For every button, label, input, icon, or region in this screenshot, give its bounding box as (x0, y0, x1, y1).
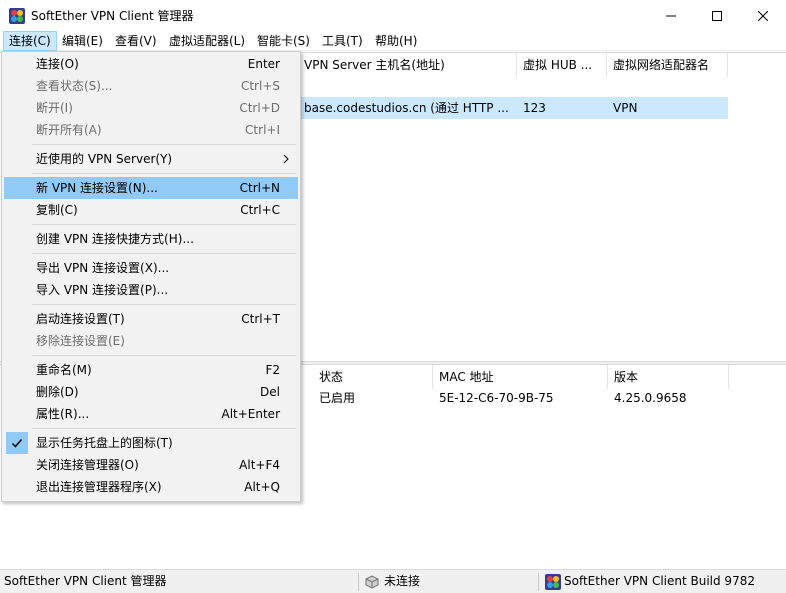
menu-item-shortcut: Ctrl+N (239, 181, 280, 195)
menu-item-import-settings[interactable]: 导入 VPN 连接设置(P)... (4, 279, 298, 301)
menu-item-label: 复制(C) (36, 203, 78, 217)
menu-item-label: 断开(I) (36, 101, 73, 115)
menu-separator (32, 355, 296, 356)
menu-item-shortcut: Del (260, 385, 280, 399)
menu-item-label: 断开所有(A) (36, 123, 102, 137)
menu-item-exit-manager[interactable]: 退出连接管理器程序(X) Alt+Q (4, 476, 298, 498)
menu-item-label: 查看状态(S)... (36, 79, 113, 93)
window-title: SoftEther VPN Client 管理器 (31, 9, 194, 23)
cell-status: 已启用 (319, 391, 356, 405)
menu-help[interactable]: 帮助(H) (370, 31, 422, 51)
menu-item-close-manager[interactable]: 关闭连接管理器(O) Alt+F4 (4, 454, 298, 476)
col-header-virtual-hub[interactable]: 虚拟 HUB ... (518, 53, 607, 77)
network-disconnected-icon (365, 575, 379, 589)
menu-item-shortcut: Alt+F4 (239, 458, 280, 472)
cell-server-host: base.codestudios.cn (通过 HTTP ... (304, 101, 509, 115)
menu-item-disconnect[interactable]: 断开(I) Ctrl+D (4, 97, 298, 119)
maximize-button[interactable] (694, 0, 740, 31)
menu-item-shortcut: F2 (265, 363, 280, 377)
menu-virtual-adapter[interactable]: 虚拟适配器(L) (164, 31, 250, 51)
title-bar: SoftEther VPN Client 管理器 (0, 0, 786, 31)
menu-item-label: 新 VPN 连接设置(N)... (36, 181, 158, 195)
status-app-name: SoftEther VPN Client 管理器 (4, 574, 167, 588)
menu-item-shortcut: Ctrl+S (240, 79, 280, 93)
menu-separator (32, 173, 296, 174)
menu-item-label: 属性(R)... (36, 407, 90, 421)
menu-item-create-shortcut[interactable]: 创建 VPN 连接快捷方式(H)... (4, 228, 298, 250)
menu-item-label: 关闭连接管理器(O) (36, 458, 139, 472)
menu-item-shortcut: Alt+Q (244, 480, 280, 494)
cell-virtual-adapter: VPN (613, 101, 638, 115)
menu-item-shortcut: Alt+Enter (221, 407, 280, 421)
menu-separator (32, 144, 296, 145)
menu-smart-card[interactable]: 智能卡(S) (252, 31, 315, 51)
status-bar: SoftEther VPN Client 管理器 未连接 SoftEther V… (0, 569, 786, 593)
softether-logo-icon (9, 8, 25, 24)
close-button[interactable] (740, 0, 786, 31)
menu-item-connect[interactable]: 连接(O) Enter (4, 53, 298, 75)
status-separator (358, 573, 359, 591)
menu-edit[interactable]: 编辑(E) (57, 31, 108, 51)
menu-item-label: 导入 VPN 连接设置(P)... (36, 283, 169, 297)
menu-connect[interactable]: 连接(C) (3, 31, 57, 51)
menu-tools[interactable]: 工具(T) (317, 31, 368, 51)
maximize-icon (712, 10, 722, 21)
col-header-server-host[interactable]: VPN Server 主机名(地址) (299, 53, 517, 77)
connect-menu-dropdown: 连接(O) Enter 查看状态(S)... Ctrl+S 断开(I) Ctrl… (1, 51, 301, 502)
menu-item-label: 导出 VPN 连接设置(X)... (36, 261, 170, 275)
cell-virtual-hub: 123 (523, 101, 546, 115)
menu-item-label: 创建 VPN 连接快捷方式(H)... (36, 232, 194, 246)
menu-item-shortcut: Ctrl+D (239, 101, 280, 115)
menu-separator (32, 428, 296, 429)
menu-item-remove-startup[interactable]: 移除连接设置(E) (4, 330, 298, 352)
menu-bar: 连接(C) 编辑(E) 查看(V) 虚拟适配器(L) 智能卡(S) 工具(T) … (0, 31, 786, 51)
softether-logo-icon (545, 574, 561, 590)
menu-item-recent-servers[interactable]: 近使用的 VPN Server(Y) (4, 148, 298, 170)
menu-item-label: 近使用的 VPN Server(Y) (36, 152, 173, 166)
status-connection: 未连接 (384, 574, 421, 588)
menu-item-shortcut: Ctrl+C (240, 203, 280, 217)
col-header-status[interactable]: 状态 (314, 365, 433, 389)
menu-item-label: 删除(D) (36, 385, 79, 399)
menu-separator (32, 224, 296, 225)
cell-mac-address: 5E-12-C6-70-9B-75 (439, 391, 554, 405)
menu-item-label: 显示任务托盘上的图标(T) (36, 436, 173, 450)
menu-item-startup-connection[interactable]: 启动连接设置(T) Ctrl+T (4, 308, 298, 330)
menu-item-properties[interactable]: 属性(R)... Alt+Enter (4, 403, 298, 425)
menu-item-new-vpn-connection[interactable]: 新 VPN 连接设置(N)... Ctrl+N (4, 177, 298, 199)
menu-item-export-settings[interactable]: 导出 VPN 连接设置(X)... (4, 257, 298, 279)
checkmark-icon (6, 432, 28, 454)
menu-item-label: 重命名(M) (36, 363, 92, 377)
col-header-mac-address[interactable]: MAC 地址 (434, 365, 608, 389)
menu-separator (32, 253, 296, 254)
col-header-virtual-adapter[interactable]: 虚拟网络适配器名 (608, 53, 728, 77)
close-icon (758, 10, 768, 21)
menu-item-shortcut: Ctrl+I (245, 123, 280, 137)
menu-item-view-status[interactable]: 查看状态(S)... Ctrl+S (4, 75, 298, 97)
menu-item-delete[interactable]: 删除(D) Del (4, 381, 298, 403)
menu-item-shortcut: Ctrl+T (241, 312, 280, 326)
menu-item-label: 连接(O) (36, 57, 79, 71)
menu-item-show-tray-icon[interactable]: 显示任务托盘上的图标(T) (4, 432, 298, 454)
cell-version: 4.25.0.9658 (614, 391, 687, 405)
menu-item-disconnect-all[interactable]: 断开所有(A) Ctrl+I (4, 119, 298, 141)
menu-item-copy[interactable]: 复制(C) Ctrl+C (4, 199, 298, 221)
menu-item-label: 启动连接设置(T) (36, 312, 125, 326)
status-separator (538, 573, 539, 591)
menu-item-shortcut: Enter (247, 57, 280, 71)
menu-view[interactable]: 查看(V) (110, 31, 162, 51)
minimize-icon (666, 15, 676, 16)
minimize-button[interactable] (648, 0, 694, 31)
menu-item-label: 移除连接设置(E) (36, 334, 125, 348)
menu-item-label: 退出连接管理器程序(X) (36, 480, 162, 494)
menu-item-rename[interactable]: 重命名(M) F2 (4, 359, 298, 381)
col-header-version[interactable]: 版本 (609, 365, 729, 389)
menu-separator (32, 304, 296, 305)
chevron-right-icon (283, 154, 289, 164)
status-build: SoftEther VPN Client Build 9782 (564, 574, 755, 588)
